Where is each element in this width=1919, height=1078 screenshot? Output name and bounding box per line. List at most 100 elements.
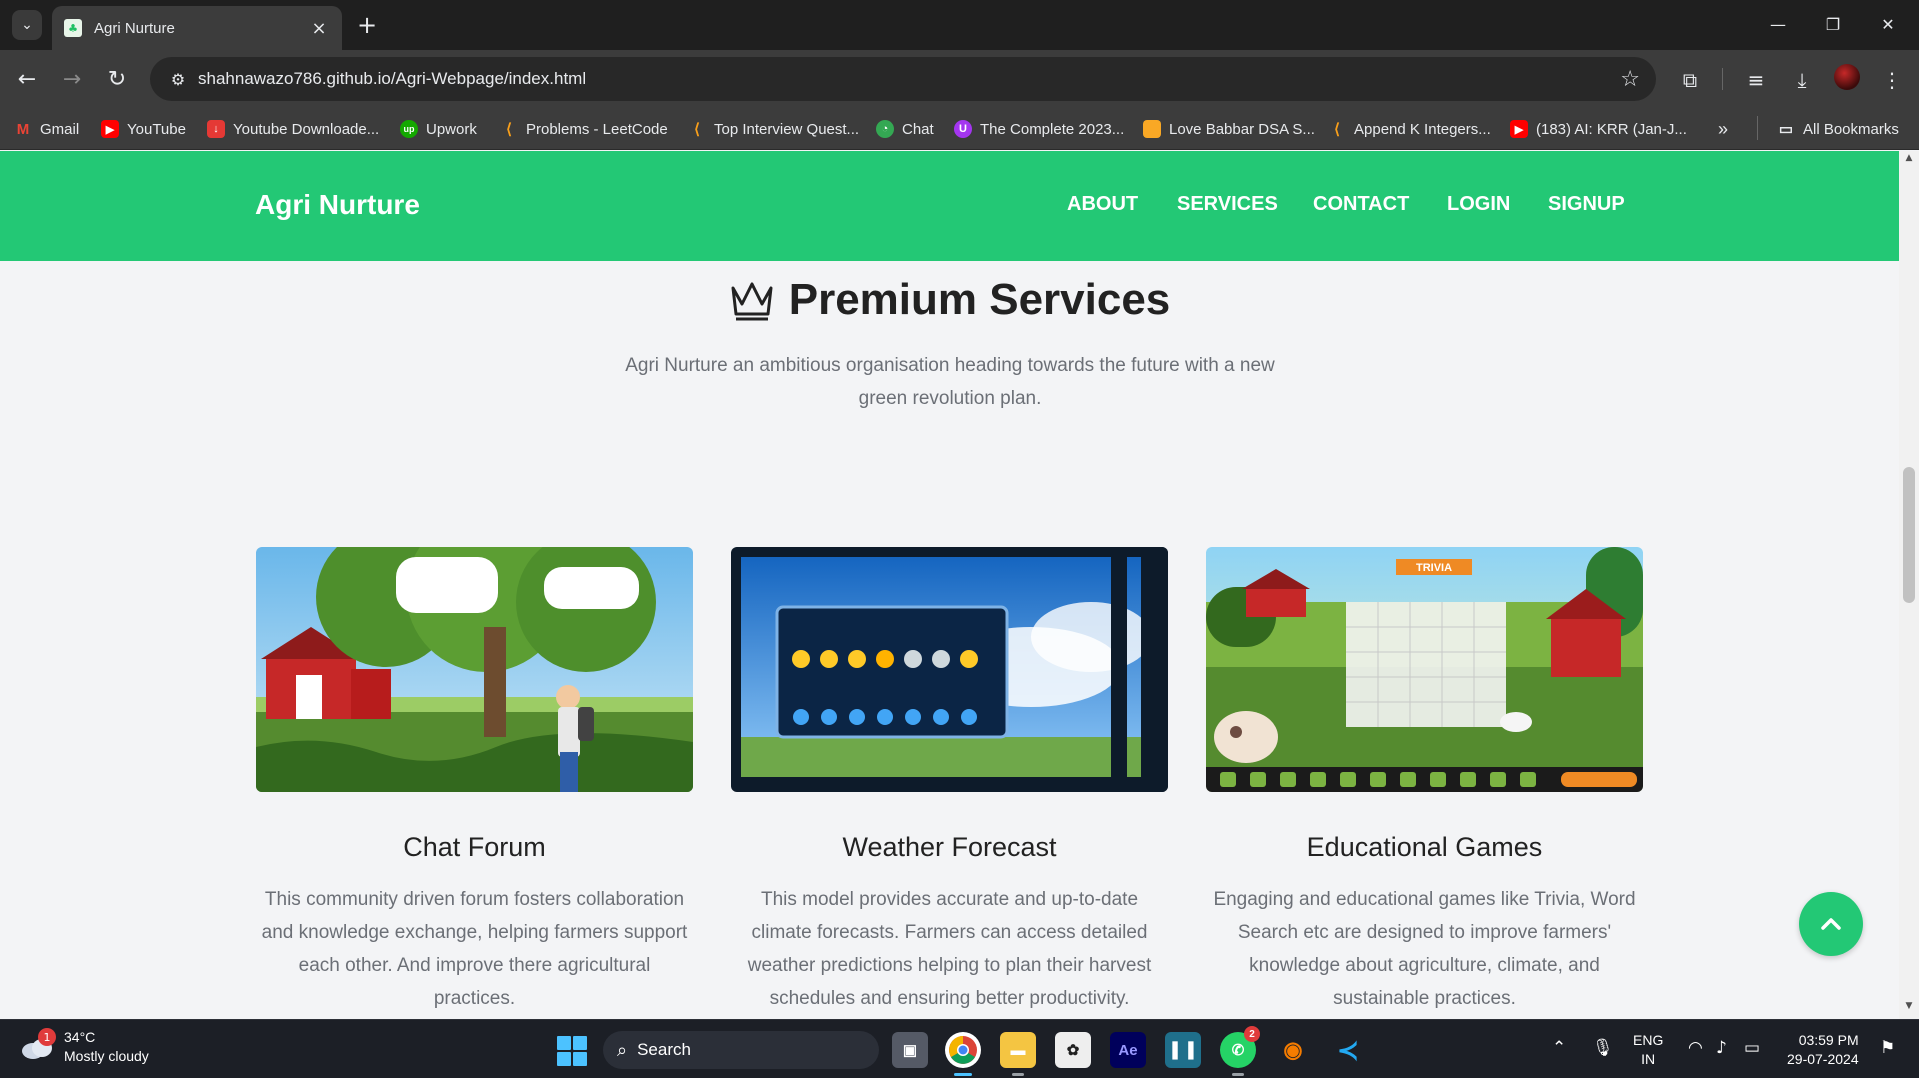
download-arrow-icon: ↓ — [207, 120, 225, 138]
card-description: This community driven forum fosters coll… — [261, 889, 688, 1009]
battery-icon[interactable]: ▭ — [1744, 1038, 1760, 1058]
nav-signup[interactable]: SIGNUP — [1548, 193, 1625, 216]
blender-icon[interactable]: ◉ — [1275, 1032, 1311, 1068]
window-close-icon[interactable]: ✕ — [1868, 8, 1908, 40]
bookmark-label: Upwork — [426, 120, 477, 138]
card-description: This model provides accurate and up-to-d… — [747, 889, 1152, 1009]
page-title: Premium Services — [788, 275, 1171, 324]
bookmark-orange-icon — [1143, 120, 1161, 138]
bookmark-item[interactable]: ⟨ Append K Integers... — [1328, 117, 1491, 141]
forward-arrow-icon[interactable]: → — [55, 62, 89, 96]
scrollbar-thumb[interactable] — [1903, 467, 1915, 603]
tab-close-icon[interactable]: × — [308, 18, 330, 39]
chatgpt-icon[interactable]: ✿ — [1055, 1032, 1091, 1068]
bookmark-item[interactable]: ▶ (183) AI: KRR (Jan-J... — [1510, 117, 1687, 141]
lang-code: ENG — [1633, 1032, 1664, 1048]
clock-date: 29-07-2024 — [1787, 1051, 1859, 1067]
bookmark-item[interactable]: Love Babbar DSA S... — [1143, 117, 1315, 141]
profile-avatar[interactable] — [1834, 64, 1860, 90]
bookmark-item[interactable]: ⟨ Top Interview Quest... — [688, 117, 859, 141]
url-text[interactable]: shahnawazo786.github.io/Agri-Webpage/ind… — [198, 69, 1620, 89]
microphone-icon[interactable]: 🎙 — [1592, 1038, 1614, 1058]
trivia-banner-text: TRIVIA — [1416, 562, 1452, 574]
bookmark-item[interactable]: up Upwork — [400, 117, 477, 141]
clock-time: 03:59 PM — [1798, 1032, 1859, 1048]
media-control-icon[interactable]: ≡ — [1740, 64, 1772, 96]
page-scrollbar[interactable]: ▲ ▼ — [1899, 151, 1919, 1019]
search-icon: ⌕ — [617, 1039, 628, 1060]
minimize-icon[interactable]: — — [1758, 8, 1798, 40]
taskbar-search[interactable]: ⌕ Search — [603, 1031, 879, 1069]
leetcode-icon: ⟨ — [694, 121, 700, 138]
taskbar-search-label: Search — [637, 1040, 691, 1059]
weather-description: Mostly cloudy — [64, 1048, 149, 1064]
all-bookmarks-label: All Bookmarks — [1803, 120, 1899, 138]
bookmark-label: The Complete 2023... — [980, 120, 1125, 138]
volume-icon[interactable]: ♪ — [1716, 1038, 1727, 1058]
file-explorer-icon[interactable]: ▬ — [1000, 1032, 1036, 1076]
youtube-icon: ▶ — [1510, 120, 1528, 138]
scroll-down-arrow-icon[interactable]: ▼ — [1899, 1001, 1919, 1017]
task-view-icon[interactable]: ▣ — [892, 1032, 928, 1068]
windows-taskbar: 1 34°C Mostly cloudy ⌕ Search ▣ ▬ ✿ Ae ▌… — [0, 1019, 1919, 1078]
bookmark-label: Problems - LeetCode — [526, 120, 668, 138]
new-tab-plus-icon[interactable]: + — [352, 10, 382, 40]
site-navbar: Agri Nurture ABOUT SERVICES CONTACT LOGI… — [0, 151, 1899, 261]
system-clock[interactable]: 03:59 PM 29-07-2024 — [1787, 1031, 1859, 1069]
downloads-icon[interactable]: ⤓ — [1786, 64, 1818, 96]
bookmark-item[interactable]: ▶ YouTube — [101, 117, 186, 141]
bookmark-label: Gmail — [40, 120, 80, 138]
crown-icon — [731, 282, 773, 321]
windows-start-icon[interactable] — [557, 1036, 587, 1066]
nav-login[interactable]: LOGIN — [1447, 193, 1510, 216]
site-brand[interactable]: Agri Nurture — [255, 189, 420, 221]
card-title: Chat Forum — [403, 832, 546, 862]
bookmark-item[interactable]: U The Complete 2023... — [954, 117, 1124, 141]
tab-search-chevron-icon[interactable]: ⌄ — [12, 10, 42, 40]
browser-tab-bar: ⌄ ♣ Agri Nurture × + — ❐ ✕ — [0, 0, 1919, 50]
address-bar[interactable]: ⚙ shahnawazo786.github.io/Agri-Webpage/i… — [150, 57, 1656, 101]
toolbar-divider — [1722, 68, 1723, 90]
card-title: Weather Forecast — [842, 832, 1057, 862]
all-bookmarks-button[interactable]: ▭ All Bookmarks — [1777, 117, 1899, 141]
restore-icon[interactable]: ❐ — [1813, 8, 1853, 40]
bookmark-label: Chat — [902, 120, 934, 138]
bookmark-star-icon[interactable]: ☆ — [1620, 67, 1640, 92]
reload-icon[interactable]: ↻ — [100, 62, 134, 96]
bookmark-label: YouTube — [127, 120, 186, 138]
show-hidden-icons-chevron-icon[interactable]: ⌃ — [1552, 1038, 1566, 1058]
gmail-icon: M — [16, 120, 30, 138]
service-card-educational-games: TRIVIA Educational Games Engaging and ed… — [1206, 547, 1643, 1015]
menu-kebab-icon[interactable]: ⋮ — [1876, 64, 1908, 96]
notifications-bell-icon[interactable]: ⚑ — [1880, 1038, 1895, 1058]
after-effects-icon[interactable]: Ae — [1110, 1032, 1146, 1068]
weather-temperature: 34°C — [64, 1029, 96, 1045]
leaf-favicon-icon: ♣ — [64, 19, 82, 37]
chrome-icon[interactable] — [945, 1032, 981, 1076]
extensions-puzzle-icon[interactable]: ⧉ — [1674, 64, 1706, 96]
weather-widget[interactable]: 1 34°C Mostly cloudy — [20, 1028, 149, 1066]
whatsapp-icon[interactable]: ✆ 2 — [1220, 1026, 1260, 1076]
nav-about[interactable]: ABOUT — [1067, 193, 1138, 216]
nav-services[interactable]: SERVICES — [1177, 193, 1278, 216]
input-language-indicator[interactable]: ENG IN — [1633, 1031, 1663, 1069]
site-info-icon[interactable]: ⚙ — [158, 70, 198, 89]
bookmark-item[interactable]: ◔ Chat — [876, 117, 934, 141]
more-bookmarks-chevron-icon[interactable]: » — [1718, 117, 1728, 141]
back-arrow-icon[interactable]: ← — [10, 62, 44, 96]
wifi-icon[interactable]: ◠ — [1688, 1038, 1703, 1058]
browser-tab-active[interactable]: ♣ Agri Nurture × — [52, 6, 342, 50]
app-blue-icon[interactable]: ▌▐ — [1165, 1032, 1201, 1068]
nav-contact[interactable]: CONTACT — [1313, 193, 1409, 216]
bookmark-item[interactable]: M Gmail — [14, 117, 79, 141]
card-title: Educational Games — [1306, 832, 1543, 862]
section-heading: Premium Services — [0, 275, 1899, 325]
bookmark-item[interactable]: ⟨ Problems - LeetCode — [500, 117, 668, 141]
tab-title: Agri Nurture — [94, 19, 175, 37]
scroll-up-arrow-icon[interactable]: ▲ — [1899, 153, 1919, 169]
bookmark-item[interactable]: ↓ Youtube Downloade... — [207, 117, 379, 141]
scroll-to-top-button[interactable] — [1799, 892, 1863, 956]
vscode-icon[interactable]: ≺ — [1330, 1032, 1366, 1068]
chat-forum-image — [256, 547, 693, 792]
udemy-icon: U — [954, 120, 972, 138]
